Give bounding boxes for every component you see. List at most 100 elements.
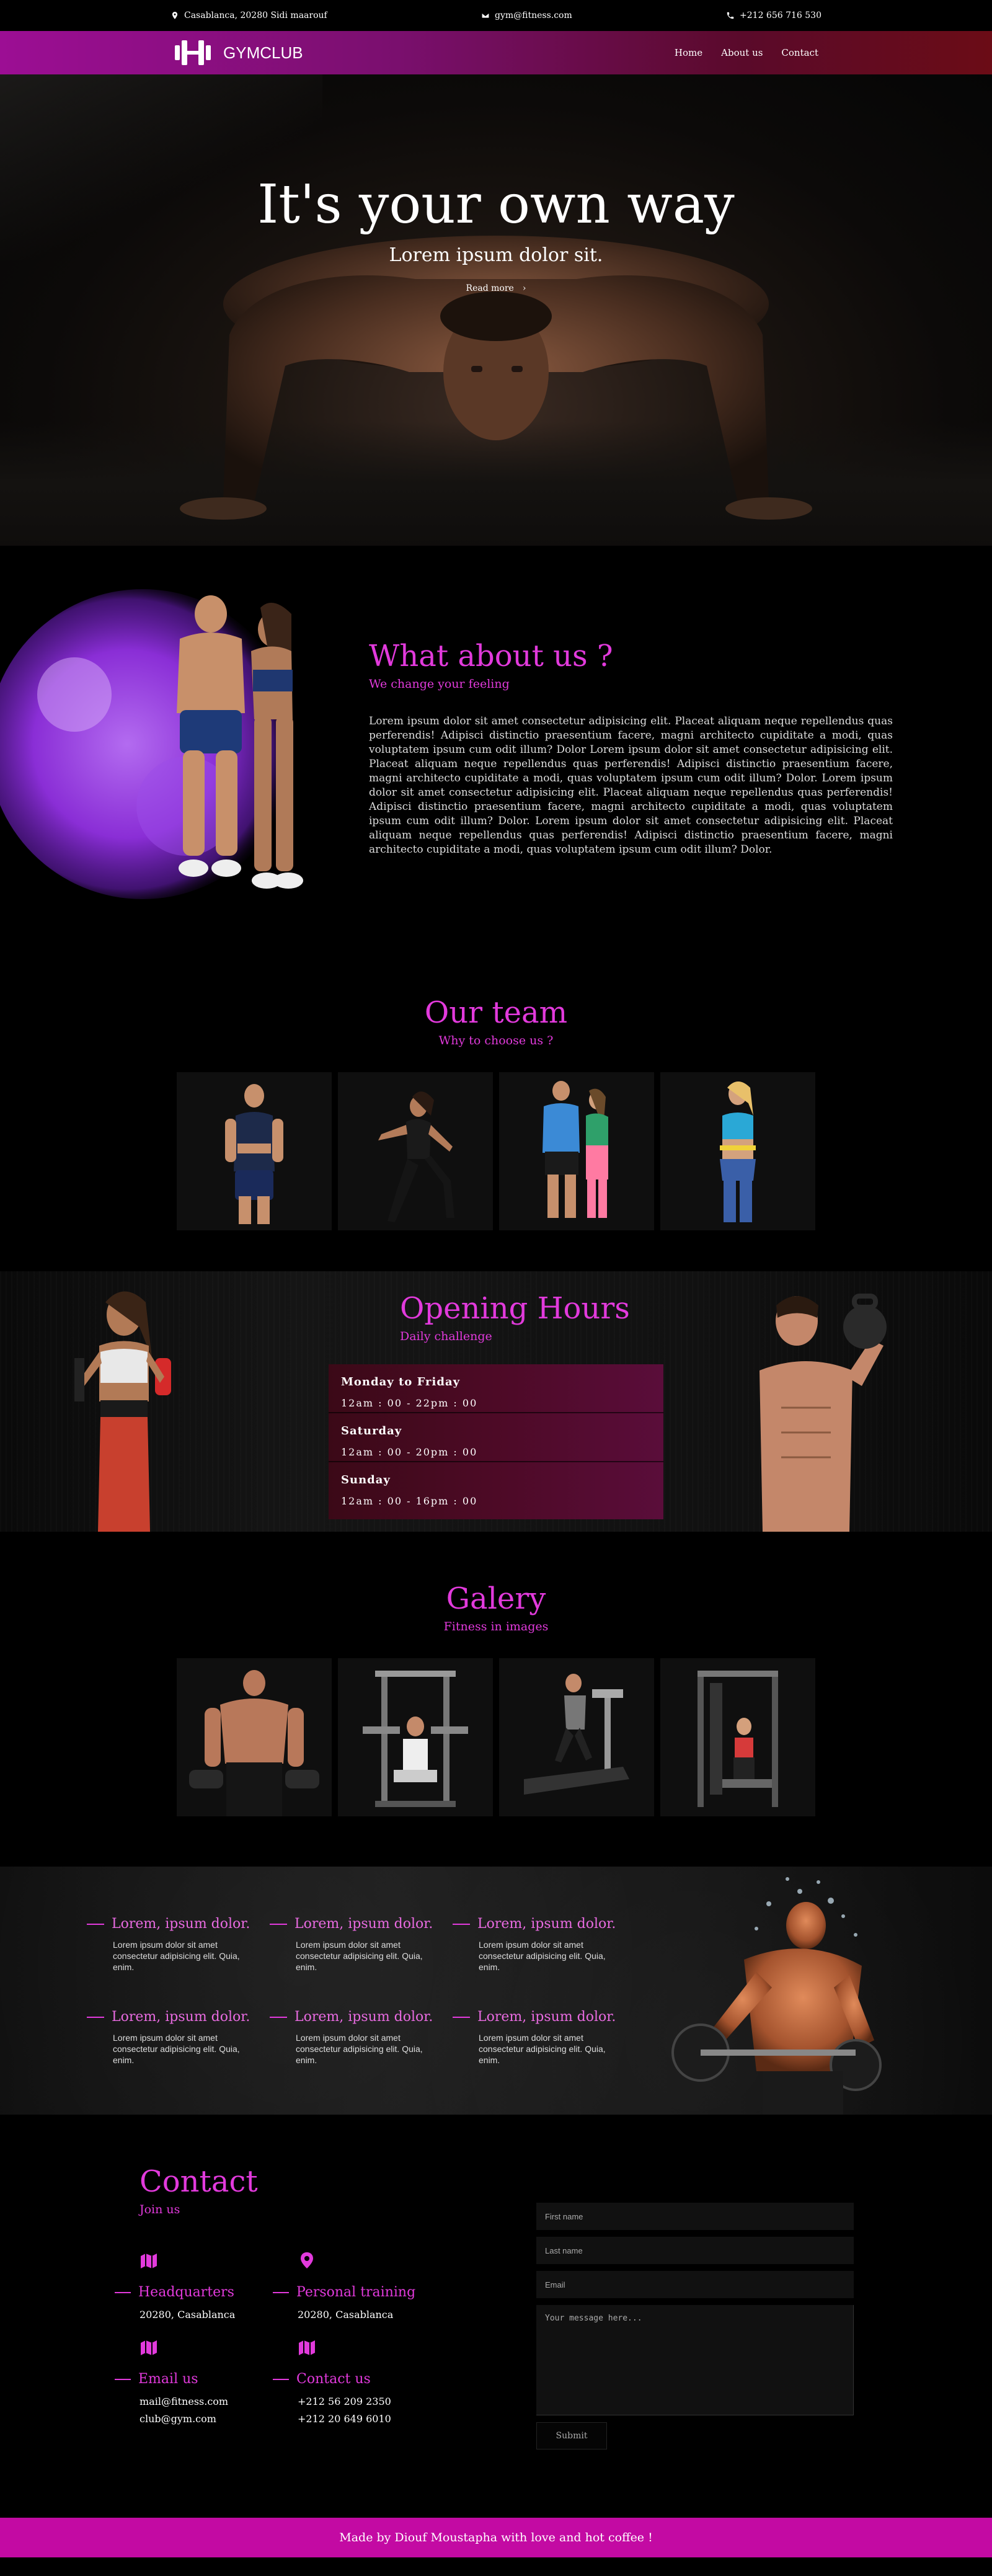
feature-item: Lorem, ipsum dolor. Lorem ipsum dolor si…: [453, 1916, 620, 1973]
feature-heading: Lorem, ipsum dolor.: [453, 1916, 620, 1932]
contact-item-heading: Email us: [115, 2371, 288, 2387]
feature-title: Lorem, ipsum dolor.: [112, 2009, 250, 2025]
phone-2[interactable]: +212 20 649 6010: [298, 2410, 446, 2428]
map-icon: [141, 2254, 157, 2268]
message-textarea[interactable]: Your message here...: [536, 2305, 854, 2415]
about-paragraph: Lorem ipsum dolor sit amet consectetur a…: [369, 715, 893, 856]
feature-heading: Lorem, ipsum dolor.: [87, 1916, 254, 1932]
feature-heading: Lorem, ipsum dolor.: [87, 2009, 254, 2025]
accent-line: [453, 1923, 470, 1925]
hours-time: 12am : 00 - 20pm : 00: [341, 1446, 478, 1458]
team-card[interactable]: [177, 1072, 332, 1230]
gallery-item[interactable]: [338, 1658, 493, 1816]
hero-section: It's your own way Lorem ipsum dolor sit.…: [0, 74, 992, 546]
gallery-cards: [0, 1658, 992, 1816]
feature-text: Lorem ipsum dolor sit amet consectetur a…: [296, 2033, 423, 2065]
phone-text[interactable]: +212 656 716 530: [740, 11, 822, 20]
feature-title: Lorem, ipsum dolor.: [294, 2009, 433, 2025]
feature-title: Lorem, ipsum dolor.: [477, 2009, 616, 2025]
brand-name: GYMCLUB: [223, 43, 303, 62]
phone-title: Contact us: [296, 2371, 371, 2387]
hours-heading: Opening Hours Daily challenge: [400, 1291, 630, 1343]
trainer-couple-image: [542, 1081, 608, 1218]
team-card[interactable]: [338, 1072, 493, 1230]
brand-logo[interactable]: GYMCLUB: [174, 39, 303, 66]
gallery-subtitle: Fitness in images: [443, 1620, 549, 1633]
gallery-section: Galery Fitness in images: [0, 1532, 992, 1867]
feature-item: Lorem, ipsum dolor. Lorem ipsum dolor si…: [270, 2009, 437, 2066]
contact-item-heading: Personal training: [273, 2285, 446, 2300]
about-subtitle: We change your feeling: [369, 677, 510, 691]
about-section: What about us ? We change your feeling L…: [0, 546, 992, 961]
hours-title: Opening Hours: [400, 1291, 630, 1326]
submit-button[interactable]: Submit: [536, 2422, 607, 2449]
feature-heading: Lorem, ipsum dolor.: [453, 2009, 620, 2025]
features-section: Lorem, ipsum dolor. Lorem ipsum dolor si…: [0, 1867, 992, 2115]
accent-line: [87, 2016, 104, 2018]
email-2[interactable]: club@gym.com: [140, 2410, 288, 2428]
gallery-item[interactable]: [177, 1658, 332, 1816]
nav-link-home[interactable]: Home: [675, 47, 702, 58]
couple-purple-splash-image: [0, 589, 303, 899]
nav-links: Home About us Contact: [675, 47, 818, 58]
treadmill-runner-image: [524, 1674, 629, 1795]
last-name-field[interactable]: Last name: [536, 2237, 854, 2264]
accent-line: [115, 2291, 131, 2293]
read-more-button[interactable]: Read more ›: [466, 283, 526, 293]
dumbbell-icon: [175, 40, 211, 65]
email-info[interactable]: gym@fitness.com: [481, 11, 572, 20]
envelope-icon: [481, 12, 490, 19]
contact-heading: Contact Join us: [140, 2164, 258, 2216]
hours-day: Monday to Friday: [341, 1375, 461, 1388]
gym-machine-press-image: [363, 1671, 468, 1807]
gallery-item[interactable]: [499, 1658, 654, 1816]
accent-line: [115, 2378, 131, 2380]
hero-subtitle: Lorem ipsum dolor sit.: [389, 244, 603, 266]
accent-line: [270, 2016, 287, 2018]
email-values: mail@fitness.com club@gym.com: [140, 2393, 288, 2428]
contact-personal-training: Personal training 20280, Casablanca: [273, 2251, 446, 2324]
feature-title: Lorem, ipsum dolor.: [294, 1916, 433, 1932]
opening-hours-section: Opening Hours Daily challenge Monday to …: [0, 1271, 992, 1532]
accent-line: [270, 1923, 287, 1925]
hero-content: It's your own way Lorem ipsum dolor sit.…: [0, 174, 992, 293]
gallery-title: Galery: [446, 1581, 546, 1616]
feature-item: Lorem, ipsum dolor. Lorem ipsum dolor si…: [270, 1916, 437, 1973]
hero-title: It's your own way: [257, 174, 735, 236]
hours-row-saturday: Saturday 12am : 00 - 20pm : 00: [329, 1413, 663, 1462]
map-icon: [141, 2340, 157, 2355]
map-icon: [299, 2340, 315, 2355]
accent-line: [273, 2378, 289, 2380]
hours-subtitle: Daily challenge: [400, 1330, 492, 1343]
gallery-item[interactable]: [660, 1658, 815, 1816]
feature-title: Lorem, ipsum dolor.: [477, 1916, 616, 1932]
address-text: Casablanca, 20280 Sidi maarouf: [184, 11, 327, 20]
address-info: Casablanca, 20280 Sidi maarouf: [170, 11, 327, 20]
nav-link-about[interactable]: About us: [721, 47, 763, 58]
feature-heading: Lorem, ipsum dolor.: [270, 2009, 437, 2025]
hours-time: 12am : 00 - 22pm : 00: [341, 1397, 478, 1409]
hours-day: Saturday: [341, 1424, 402, 1437]
trainer-woman-jumping-image: [378, 1091, 454, 1222]
team-title: Our team: [424, 995, 568, 1030]
contact-email: Email us mail@fitness.com club@gym.com: [115, 2338, 288, 2428]
email-field[interactable]: Email: [536, 2271, 854, 2298]
footer: Made by Diouf Moustapha with love and ho…: [0, 2518, 992, 2557]
phone-info[interactable]: +212 656 716 530: [726, 11, 822, 20]
hq-value: 20280, Casablanca: [140, 2309, 236, 2321]
email-1[interactable]: mail@fitness.com: [140, 2393, 288, 2410]
email-text[interactable]: gym@fitness.com: [495, 11, 572, 20]
team-card[interactable]: [660, 1072, 815, 1230]
map-pin-icon: [301, 2252, 313, 2268]
man-with-kettlebell-image: [760, 1294, 887, 1532]
first-name-field[interactable]: First name: [536, 2203, 854, 2230]
trainer-woman-measuring-image: [720, 1081, 756, 1222]
team-cards: [0, 1072, 992, 1230]
main-navbar: GYMCLUB Home About us Contact: [0, 31, 992, 74]
phone-1[interactable]: +212 56 209 2350: [298, 2393, 446, 2410]
feature-text: Lorem ipsum dolor sit amet consectetur a…: [479, 2033, 606, 2065]
team-card[interactable]: [499, 1072, 654, 1230]
phone-values: +212 56 209 2350 +212 20 649 6010: [298, 2393, 446, 2428]
nav-link-contact[interactable]: Contact: [781, 47, 818, 58]
contact-phone: Contact us +212 56 209 2350 +212 20 649 …: [273, 2338, 446, 2428]
